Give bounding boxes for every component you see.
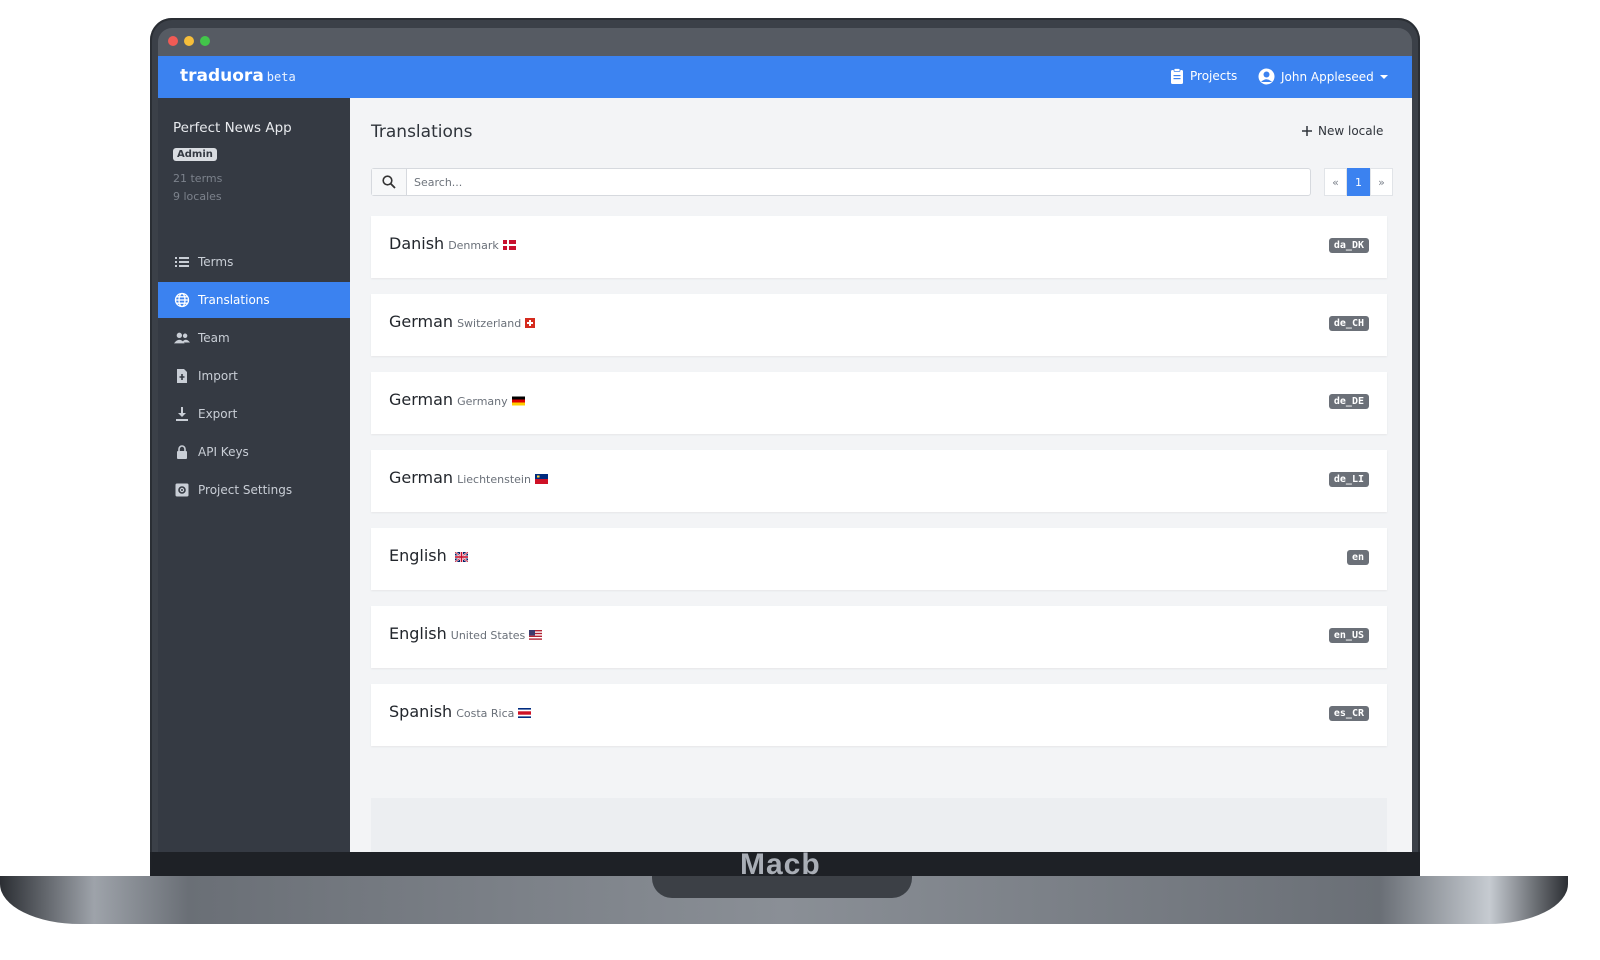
pagination: « 1 » xyxy=(1324,168,1393,196)
locale-code-badge: es_CR xyxy=(1328,706,1369,721)
user-menu[interactable]: John Appleseed xyxy=(1258,68,1388,85)
locale-code-badge: en xyxy=(1346,550,1369,565)
globe-icon xyxy=(174,292,190,308)
pagination-prev[interactable]: « xyxy=(1324,168,1347,196)
sidebar-nav: Terms Translations Team Import Export AP… xyxy=(158,244,350,510)
list-icon xyxy=(175,257,189,267)
sidebar-item-terms[interactable]: Terms xyxy=(158,244,350,280)
locale-list: Danish Denmark da_DK German Switzerland de… xyxy=(371,216,1387,762)
close-window-icon[interactable] xyxy=(168,36,178,46)
locales-count: 9 locales xyxy=(173,190,222,203)
locale-language: Danish xyxy=(389,234,445,253)
locale-card-es-cr[interactable]: Spanish Costa Rica es_CR xyxy=(371,684,1387,746)
locale-card-en[interactable]: English en xyxy=(371,528,1387,590)
lock-icon xyxy=(177,445,187,459)
sidebar-item-label: Export xyxy=(198,407,238,421)
denmark-flag-icon xyxy=(502,239,516,250)
top-navbar: traduora beta Projects John Appleseed xyxy=(158,56,1412,98)
user-avatar-icon xyxy=(1258,68,1275,85)
costa-rica-flag-icon xyxy=(518,707,532,718)
team-icon xyxy=(174,332,190,344)
locale-card-en-us[interactable]: English United States en_US xyxy=(371,606,1387,668)
uk-flag-icon xyxy=(454,551,468,562)
search-input[interactable] xyxy=(407,169,1310,195)
search-icon xyxy=(382,175,396,189)
search-bar xyxy=(371,168,1311,196)
locale-region: Germany xyxy=(457,395,508,408)
sidebar-item-label: Team xyxy=(198,331,230,345)
locale-code-badge: en_US xyxy=(1328,628,1369,643)
sidebar-item-translations[interactable]: Translations xyxy=(158,282,350,318)
plus-icon xyxy=(1302,126,1312,136)
locale-card-de-de[interactable]: German Germany de_DE xyxy=(371,372,1387,434)
locale-language: English xyxy=(389,546,447,565)
locale-region: Costa Rica xyxy=(456,707,515,720)
minimize-window-icon[interactable] xyxy=(184,36,194,46)
sidebar-item-team[interactable]: Team xyxy=(158,320,350,356)
liechtenstein-flag-icon xyxy=(534,473,548,484)
locale-card-de-ch[interactable]: German Switzerland de_CH xyxy=(371,294,1387,356)
locale-region: Denmark xyxy=(448,239,499,252)
terms-count: 21 terms xyxy=(173,172,223,185)
locale-region: Switzerland xyxy=(457,317,522,330)
locale-code-badge: de_CH xyxy=(1328,316,1369,331)
projects-link[interactable]: Projects xyxy=(1170,68,1237,84)
maximize-window-icon[interactable] xyxy=(200,36,210,46)
caret-down-icon xyxy=(1379,74,1388,79)
locale-language: Spanish xyxy=(389,702,453,721)
locale-code-badge: de_LI xyxy=(1328,472,1369,487)
new-locale-label: New locale xyxy=(1318,124,1384,138)
list-overflow-area xyxy=(371,798,1387,852)
sidebar-item-project-settings[interactable]: Project Settings xyxy=(158,472,350,508)
sidebar-item-label: Terms xyxy=(198,255,234,269)
project-name: Perfect News App xyxy=(173,120,292,136)
new-locale-button[interactable]: New locale xyxy=(1302,124,1383,138)
locale-language: German xyxy=(389,312,454,331)
window-titlebar xyxy=(158,28,1412,58)
switzerland-flag-icon xyxy=(525,317,536,328)
locale-card-de-li[interactable]: German Liechtenstein de_LI xyxy=(371,450,1387,512)
locale-region: United States xyxy=(450,629,526,642)
locale-language: English xyxy=(389,624,447,643)
locale-code-badge: de_DE xyxy=(1328,394,1369,409)
role-badge: Admin xyxy=(173,148,217,161)
sidebar-item-api-keys[interactable]: API Keys xyxy=(158,434,350,470)
app-screen: traduora beta Projects John Appleseed Per… xyxy=(158,56,1412,852)
locale-region: Liechtenstein xyxy=(457,473,531,486)
brand-beta-label: beta xyxy=(266,70,296,84)
locale-code-badge: da_DK xyxy=(1328,238,1369,253)
us-flag-icon xyxy=(529,629,543,640)
germany-flag-icon xyxy=(511,396,525,405)
main-content: Translations New locale « 1 » DanishDenm… xyxy=(350,98,1412,852)
pagination-next[interactable]: » xyxy=(1370,168,1393,196)
user-name: John Appleseed xyxy=(1281,69,1374,84)
sidebar: Perfect News App Admin 21 terms 9 locale… xyxy=(158,98,350,852)
sidebar-item-label: API Keys xyxy=(198,445,249,459)
sidebar-item-label: Translations xyxy=(198,293,270,307)
download-icon xyxy=(176,407,188,421)
clipboard-icon xyxy=(1171,68,1183,84)
sidebar-item-import[interactable]: Import xyxy=(158,358,350,394)
settings-icon xyxy=(175,483,189,497)
laptop-notch xyxy=(652,876,912,898)
brand-name: traduora xyxy=(180,66,264,86)
search-icon-box xyxy=(372,169,407,195)
sidebar-item-export[interactable]: Export xyxy=(158,396,350,432)
sidebar-item-label: Project Settings xyxy=(198,483,293,497)
locale-card-da-dk[interactable]: Danish Denmark da_DK xyxy=(371,216,1387,278)
page-title: Translations xyxy=(371,122,473,142)
sidebar-item-label: Import xyxy=(198,369,238,383)
projects-label: Projects xyxy=(1190,69,1238,83)
locale-language: German xyxy=(389,390,454,409)
file-import-icon xyxy=(177,369,187,383)
locale-language: German xyxy=(389,468,454,487)
pagination-page-1[interactable]: 1 xyxy=(1347,168,1370,196)
brand-logo[interactable]: traduora beta xyxy=(180,66,296,86)
